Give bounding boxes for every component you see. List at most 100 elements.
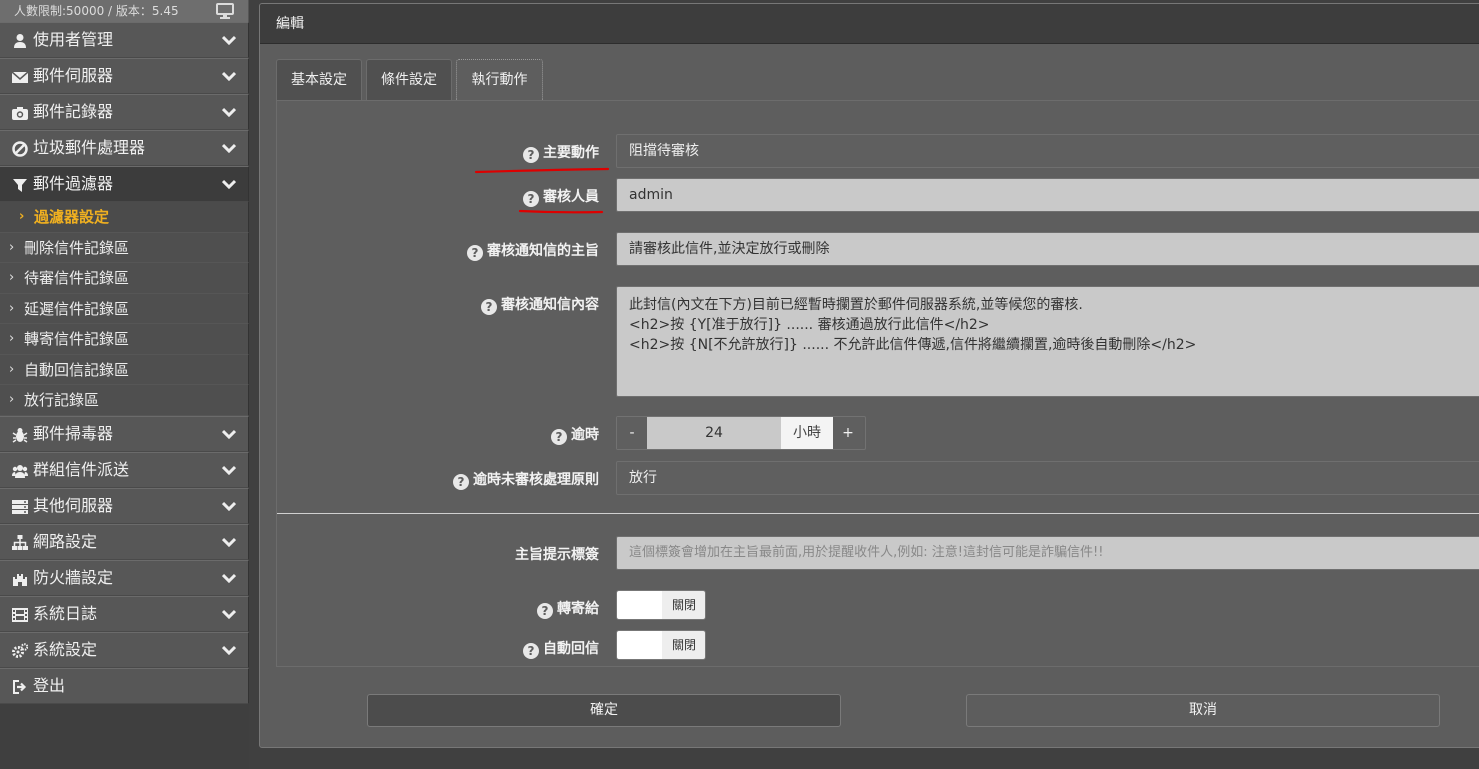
cogs-icon [12, 642, 28, 658]
server-icon [12, 499, 28, 514]
castle-icon [13, 573, 27, 586]
submenu-label: 放行記錄區 [24, 391, 100, 409]
menu-label: 其他伺服器 [33, 495, 114, 515]
cancel-button[interactable]: 取消 [966, 694, 1440, 727]
main-action-label-text: 主要動作 [543, 145, 599, 161]
notify-body-line: <h2>按 {Y[准于放行]} ...... 審核通過放行此信件</h2> [629, 317, 990, 333]
auto-reply-label-wrap: ? 自動回信 [277, 630, 599, 664]
menu-network-settings[interactable]: 網路設定 [0, 523, 249, 560]
menu-system-settings[interactable]: 系統設定 [0, 631, 249, 668]
section-divider [277, 513, 1479, 514]
submenu-label: 待審信件記錄區 [24, 269, 130, 287]
chevron-down-icon [222, 107, 236, 117]
tab-condition-settings[interactable]: 條件設定 [366, 59, 452, 100]
dialog-body: 基本設定 條件設定 執行動作 ? 主要動作 阻擋待審核 ? 審核人員 admin ?… [276, 59, 1479, 667]
menu-label: 防火牆設定 [33, 567, 114, 587]
menu-mail-server[interactable]: 郵件伺服器 [0, 58, 249, 94]
menu-system-log[interactable]: 系統日誌 [0, 595, 249, 632]
timeout-policy-label-text: 逾時未審核處理原則 [473, 472, 599, 488]
notify-body-label: ? 審核通知信內容 [481, 294, 599, 315]
timeout-increment-button[interactable]: + [833, 417, 863, 449]
submenu-auto-reply[interactable]: › 自動回信記錄區 [0, 354, 249, 385]
help-icon[interactable]: ? [467, 245, 483, 261]
notify-body-textarea[interactable]: 此封信(內文在下方)目前已經暫時攔置於郵件伺服器系統,並等候您的審核. <h2>… [616, 286, 1479, 397]
notify-subject-input[interactable]: 請審核此信件,並決定放行或刪除 [616, 232, 1479, 266]
forward-label: ? 轉寄給 [537, 598, 599, 619]
submenu-delayed-mail[interactable]: › 延遲信件記錄區 [0, 293, 249, 324]
chevron-down-icon [222, 143, 236, 153]
auto-reply-label-text: 自動回信 [543, 641, 599, 657]
envelope-icon [12, 71, 28, 83]
auto-reply-toggle-label: 關閉 [662, 631, 705, 659]
menu-group-dispatch[interactable]: 群組信件派送 [0, 451, 249, 488]
chevron-right-icon: › [9, 392, 15, 407]
users-icon [12, 464, 28, 478]
filter-submenu: › 過濾器設定 › 刪除信件記錄區 › 待審信件記錄區 › 延遲信件記錄區 › 轉寄信件記… [0, 202, 249, 416]
edit-dialog: 編輯 基本設定 條件設定 執行動作 ? 主要動作 阻擋待審核 ? 審核人員 admi… [259, 3, 1479, 748]
submenu-filter-settings[interactable]: › 過濾器設定 [0, 202, 249, 233]
menu-antivirus[interactable]: 郵件掃毒器 [0, 415, 249, 452]
menu-label: 郵件過濾器 [33, 174, 114, 193]
film-icon [12, 607, 28, 622]
submenu-release-log[interactable]: › 放行記錄區 [0, 385, 249, 416]
menu-label: 網路設定 [33, 531, 98, 551]
timeout-label: ? 逾時 [551, 424, 599, 445]
menu-spam-handler[interactable]: 垃圾郵件處理器 [0, 130, 249, 166]
menu-label: 登出 [33, 675, 66, 695]
chevron-down-icon [222, 71, 236, 81]
forward-toggle-label: 關閉 [662, 591, 705, 619]
reviewer-input[interactable]: admin [616, 178, 1479, 212]
timeout-policy-label: ? 逾時未審核處理原則 [453, 469, 599, 490]
notify-subject-label-text: 審核通知信的主旨 [487, 243, 599, 259]
subject-tag-label: 主旨提示標簽 [515, 547, 599, 563]
timeout-value-input[interactable]: 24 [647, 417, 781, 449]
menu-label: 系統日誌 [33, 603, 98, 623]
auto-reply-toggle[interactable]: 關閉 [616, 630, 706, 660]
confirm-button[interactable]: 確定 [367, 694, 841, 727]
chevron-right-icon: › [9, 300, 15, 316]
ban-icon [12, 141, 28, 157]
chevron-right-icon: › [19, 209, 25, 224]
license-info-text: 人數限制:50000 / 版本：5.45 [14, 4, 179, 18]
submenu-forwarded-mail[interactable]: › 轉寄信件記錄區 [0, 324, 249, 355]
menu-label: 群組信件派送 [33, 459, 130, 479]
help-icon[interactable]: ? [551, 429, 567, 445]
menu-mail-filter[interactable]: 郵件過濾器 [0, 166, 249, 202]
help-icon[interactable]: ? [523, 643, 539, 659]
subject-tag-input[interactable]: 這個標簽會增加在主旨最前面,用於提醒收件人,例如: 注意!這封信可能是詐騙信件!… [616, 536, 1479, 570]
menu-label: 使用者管理 [33, 30, 114, 49]
chevron-down-icon [222, 609, 236, 619]
menu-label: 郵件伺服器 [33, 66, 114, 85]
help-icon[interactable]: ? [481, 299, 497, 315]
submenu-pending-mail[interactable]: › 待審信件記錄區 [0, 263, 249, 294]
timeout-policy-label-wrap: ? 逾時未審核處理原則 [277, 461, 599, 495]
tab-basic-settings[interactable]: 基本設定 [276, 59, 362, 100]
monitor-icon[interactable] [216, 3, 234, 19]
subject-tag-label-wrap: 主旨提示標簽 [277, 536, 599, 570]
forward-toggle[interactable]: 關閉 [616, 590, 706, 620]
chevron-right-icon: › [9, 361, 15, 377]
actions-panel: ? 主要動作 阻擋待審核 ? 審核人員 admin ? 審核通知信的主旨 請審核此信件… [276, 100, 1479, 667]
timeout-stepper: - 24 小時 + [616, 416, 866, 450]
menu-other-servers[interactable]: 其他伺服器 [0, 487, 249, 524]
forward-label-wrap: ? 轉寄給 [277, 590, 599, 624]
timeout-decrement-button[interactable]: - [617, 417, 647, 449]
submenu-deleted-mail[interactable]: › 刪除信件記錄區 [0, 232, 249, 263]
menu-label: 垃圾郵件處理器 [33, 138, 146, 157]
help-icon[interactable]: ? [537, 603, 553, 619]
tab-execute-actions[interactable]: 執行動作 [456, 59, 543, 100]
menu-firewall-settings[interactable]: 防火牆設定 [0, 559, 249, 596]
help-icon[interactable]: ? [453, 474, 469, 490]
menu-logout[interactable]: 登出 [0, 667, 249, 704]
menu-mail-recorder[interactable]: 郵件記錄器 [0, 94, 249, 130]
chevron-down-icon [222, 179, 236, 189]
timeout-policy-select[interactable]: 放行 [616, 461, 1479, 495]
notify-body-label-wrap: ? 審核通知信內容 [277, 286, 599, 320]
menu-label: 系統設定 [33, 639, 98, 659]
menu-user-management[interactable]: 使用者管理 [0, 22, 249, 58]
sidebar: 人數限制:50000 / 版本：5.45 使用者管理 郵件伺服器 郵件記錄器 垃… [0, 0, 249, 769]
annotation-underline-main-action [474, 167, 610, 174]
menu-label: 郵件記錄器 [33, 102, 114, 121]
main-action-select[interactable]: 阻擋待審核 [616, 134, 1479, 168]
chevron-down-icon [222, 465, 236, 475]
